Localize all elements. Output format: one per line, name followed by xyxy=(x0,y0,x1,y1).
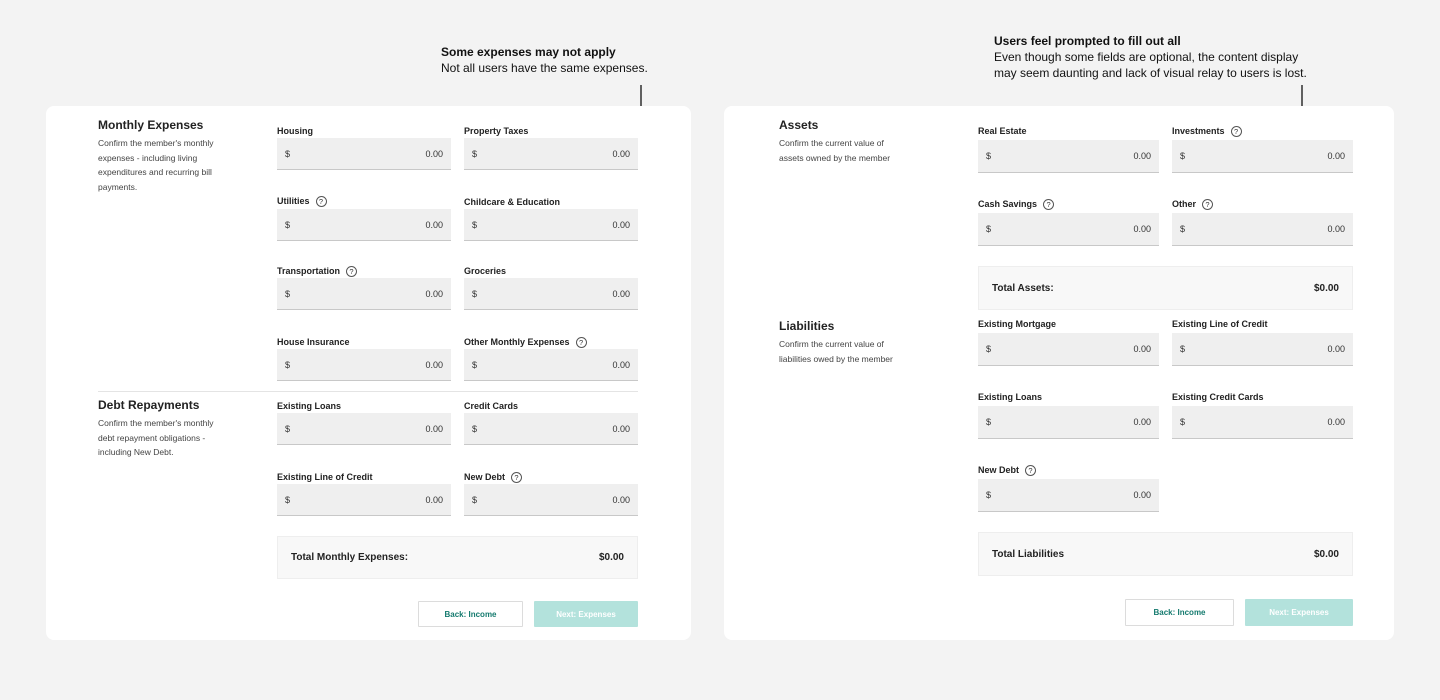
cash-savings-label: Cash Savings? xyxy=(978,197,1055,211)
transportation-label: Transportation? xyxy=(277,264,358,278)
annotation-body: Not all users have the same expenses. xyxy=(441,61,648,75)
total-label: Total Assets: xyxy=(992,282,1054,294)
total-label: Total Monthly Expenses: xyxy=(291,552,409,563)
total-assets: Total Assets: $0.00 xyxy=(978,266,1353,310)
new-debt-label: New Debt? xyxy=(978,463,1037,477)
help-circle-icon[interactable]: ? xyxy=(315,195,327,207)
utilities-label: Utilities? xyxy=(277,194,327,208)
cash-savings-input[interactable]: $0.00 xyxy=(978,213,1159,246)
back-income-button[interactable]: Back: Income xyxy=(1125,599,1234,626)
annotation-title: Some expenses may not apply xyxy=(441,45,616,59)
total-label: Total Liabilities xyxy=(992,548,1065,560)
existing-loans-label: Existing Loans xyxy=(978,392,1043,402)
annotation-body-line2: may seem daunting and lack of visual rel… xyxy=(994,66,1307,80)
monthly-expenses-desc: Confirm the member's monthly expenses - … xyxy=(98,138,214,192)
existing-mortgage-input[interactable]: $0.00 xyxy=(978,333,1159,366)
existing-loans-label: Existing Loans xyxy=(277,401,342,411)
groceries-label: Groceries xyxy=(464,266,507,276)
existing-credit-cards-input[interactable]: $0.00 xyxy=(1172,406,1353,439)
total-value: $0.00 xyxy=(1313,548,1339,560)
new-debt-label: New Debt? xyxy=(464,470,523,484)
property-taxes-label: Property Taxes xyxy=(464,126,529,136)
house-insurance-label: House Insurance xyxy=(277,337,350,347)
new-debt-input[interactable]: $0.00 xyxy=(978,479,1159,512)
existing-line-of-credit-input[interactable]: $0.00 xyxy=(1172,333,1353,366)
house-insurance-input[interactable]: $0.00 xyxy=(277,349,451,381)
housing-input[interactable]: $0.00 xyxy=(277,138,451,170)
liabilities-desc: Confirm the current value of liabilities… xyxy=(779,339,893,364)
existing-loans-input[interactable]: $0.00 xyxy=(978,406,1159,439)
debt-repayments-desc: Confirm the member's monthly debt repaym… xyxy=(98,418,214,457)
real-estate-input[interactable]: $0.00 xyxy=(978,140,1159,173)
new-debt-input[interactable]: $0.00 xyxy=(464,484,638,516)
assets-title: Assets xyxy=(779,118,819,132)
liabilities-title: Liabilities xyxy=(779,319,835,333)
help-circle-icon[interactable]: ? xyxy=(511,471,523,483)
housing-label: Housing xyxy=(277,126,313,136)
other-assets-label: Other? xyxy=(1172,197,1214,211)
existing-line-of-credit-label: Existing Line of Credit xyxy=(277,472,373,482)
total-value: $0.00 xyxy=(1313,282,1339,294)
existing-loans-input[interactable]: $0.00 xyxy=(277,413,451,445)
childcare-education-input[interactable]: $0.00 xyxy=(464,209,638,241)
existing-mortgage-label: Existing Mortgage xyxy=(978,319,1057,329)
help-circle-icon[interactable]: ? xyxy=(1230,125,1242,137)
total-monthly-expenses: Total Monthly Expenses: $0.00 xyxy=(277,536,638,579)
annotation-title: Users feel prompted to fill out all xyxy=(994,34,1181,48)
existing-line-of-credit-input[interactable]: $0.00 xyxy=(277,484,451,516)
childcare-education-label: Childcare & Education xyxy=(464,197,561,207)
total-value: $0.00 xyxy=(598,552,624,563)
back-income-button[interactable]: Back: Income xyxy=(418,601,523,627)
utilities-input[interactable]: $0.00 xyxy=(277,209,451,241)
help-circle-icon[interactable]: ? xyxy=(346,265,358,277)
next-expenses-button[interactable]: Next: Expenses xyxy=(534,601,638,627)
assets-desc: Confirm the current value of assets owne… xyxy=(779,138,891,163)
investments-input[interactable]: $0.00 xyxy=(1172,140,1353,173)
existing-line-of-credit-label: Existing Line of Credit xyxy=(1172,319,1268,329)
total-liabilities: Total Liabilities $0.00 xyxy=(978,532,1353,576)
other-monthly-expenses-label: Other Monthly Expenses? xyxy=(464,335,587,349)
transportation-input[interactable]: $0.00 xyxy=(277,278,451,310)
help-circle-icon[interactable]: ? xyxy=(575,336,587,348)
monthly-expenses-title: Monthly Expenses xyxy=(98,118,204,132)
expenses-card: Monthly Expenses Confirm the member's mo… xyxy=(46,106,691,640)
annotation-networth: Users feel prompted to fill out all Even… xyxy=(994,33,1307,81)
networth-card: Assets Confirm the current value of asse… xyxy=(724,106,1394,640)
credit-cards-input[interactable]: $0.00 xyxy=(464,413,638,445)
investments-label: Investments? xyxy=(1172,124,1242,138)
credit-cards-label: Credit Cards xyxy=(464,401,519,411)
annotation-expenses: Some expenses may not apply Not all user… xyxy=(441,44,648,76)
help-circle-icon[interactable]: ? xyxy=(1043,198,1055,210)
other-assets-input[interactable]: $0.00 xyxy=(1172,213,1353,246)
groceries-input[interactable]: $0.00 xyxy=(464,278,638,310)
real-estate-label: Real Estate xyxy=(978,126,1027,136)
debt-repayments-title: Debt Repayments xyxy=(98,398,200,412)
help-circle-icon[interactable]: ? xyxy=(1025,464,1037,476)
property-taxes-input[interactable]: $0.00 xyxy=(464,138,638,170)
next-expenses-button[interactable]: Next: Expenses xyxy=(1245,599,1353,626)
section-divider xyxy=(98,391,638,392)
other-monthly-expenses-input[interactable]: $0.00 xyxy=(464,349,638,381)
help-circle-icon[interactable]: ? xyxy=(1202,198,1214,210)
annotation-body-line1: Even though some fields are optional, th… xyxy=(994,50,1299,64)
existing-credit-cards-label: Existing Credit Cards xyxy=(1172,392,1264,402)
